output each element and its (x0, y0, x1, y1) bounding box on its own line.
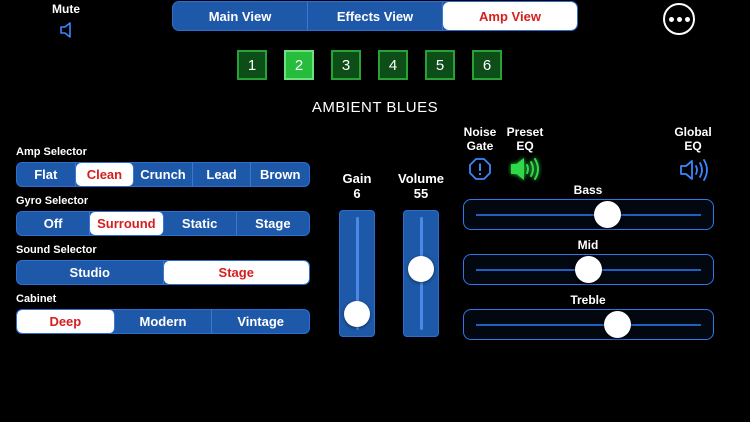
gyro-selector: Off Surround Static Stage (16, 211, 310, 236)
preset-button-3[interactable]: 3 (331, 50, 361, 80)
cabinet-option-vintage[interactable]: Vintage (212, 310, 309, 333)
mid-label: Mid (577, 238, 599, 252)
speaker-muted-icon[interactable] (58, 20, 78, 40)
preset-button-6[interactable]: 6 (472, 50, 502, 80)
alert-octagon-icon[interactable] (468, 157, 492, 181)
preset-eq-label: Preset EQ (506, 125, 544, 153)
volume-value: 55 (413, 186, 429, 201)
amp-option-lead[interactable]: Lead (193, 163, 252, 186)
amp-option-crunch[interactable]: Crunch (134, 163, 193, 186)
volume-label: Volume (398, 171, 444, 186)
preset-button-2[interactable]: 2 (284, 50, 314, 80)
gain-value: 6 (353, 186, 361, 201)
global-eq-label: Global EQ (674, 125, 712, 153)
volume-slider-knob[interactable] (408, 255, 434, 282)
sound-selector: Studio Stage (16, 260, 310, 285)
preset-buttons: 1 2 3 4 5 6 (237, 50, 502, 80)
gyro-option-static[interactable]: Static (164, 212, 237, 235)
cabinet-option-deep[interactable]: Deep (17, 310, 115, 333)
treble-slider-knob[interactable] (604, 311, 632, 338)
preset-button-5[interactable]: 5 (425, 50, 455, 80)
bass-slider[interactable] (463, 199, 714, 230)
amp-option-brown[interactable]: Brown (251, 163, 309, 186)
tab-main-view[interactable]: Main View (173, 2, 308, 30)
mid-slider[interactable] (463, 254, 714, 285)
amp-option-flat[interactable]: Flat (17, 163, 76, 186)
sound-option-stage[interactable]: Stage (163, 261, 309, 284)
amp-option-clean[interactable]: Clean (75, 163, 135, 186)
noise-gate-label: Noise Gate (463, 125, 497, 153)
volume-slider[interactable] (403, 210, 439, 337)
bass-label: Bass (573, 183, 603, 197)
view-tabs: Main View Effects View Amp View (172, 1, 578, 31)
preset-button-4[interactable]: 4 (378, 50, 408, 80)
preset-eq-speaker-icon[interactable] (508, 155, 542, 183)
tab-effects-view[interactable]: Effects View (308, 2, 443, 30)
gain-label: Gain (342, 171, 372, 186)
amp-selector-label: Amp Selector (16, 146, 87, 158)
tab-amp-view[interactable]: Amp View (443, 2, 577, 30)
gyro-option-stage[interactable]: Stage (237, 212, 309, 235)
cabinet-label: Cabinet (16, 293, 57, 305)
preset-name: AMBIENT BLUES (311, 99, 439, 116)
gyro-selector-label: Gyro Selector (16, 195, 89, 207)
treble-label: Treble (570, 293, 606, 307)
more-button[interactable] (663, 3, 695, 35)
sound-option-studio[interactable]: Studio (17, 261, 164, 284)
treble-slider[interactable] (463, 309, 714, 340)
gyro-option-off[interactable]: Off (17, 212, 91, 235)
cabinet-option-modern[interactable]: Modern (115, 310, 213, 333)
gyro-option-surround[interactable]: Surround (90, 212, 164, 235)
more-horizontal-icon (668, 16, 674, 22)
preset-button-1[interactable]: 1 (237, 50, 267, 80)
global-eq-speaker-icon[interactable] (677, 156, 711, 184)
cabinet-selector: Deep Modern Vintage (16, 309, 310, 334)
bass-slider-knob[interactable] (593, 201, 621, 228)
mid-slider-knob[interactable] (574, 256, 602, 283)
gain-slider[interactable] (339, 210, 375, 337)
amp-selector: Flat Clean Crunch Lead Brown (16, 162, 310, 187)
gain-slider-knob[interactable] (344, 300, 370, 327)
sound-selector-label: Sound Selector (16, 244, 97, 256)
mute-label: Mute (52, 2, 80, 16)
